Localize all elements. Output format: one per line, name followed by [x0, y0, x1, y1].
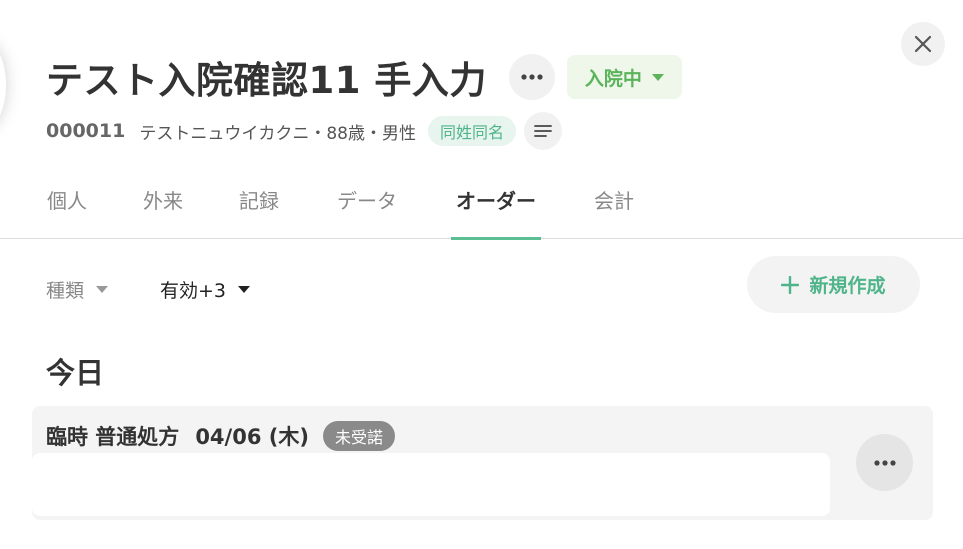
more-horizontal-icon: [521, 74, 543, 80]
more-horizontal-icon: [873, 459, 896, 466]
admission-status-label: 入院中: [584, 67, 642, 90]
tab-personal[interactable]: 個人: [44, 175, 90, 239]
admission-status-dropdown[interactable]: 入院中: [566, 55, 682, 99]
order-date: 04/06 (木): [195, 425, 309, 449]
tab-bar: 個人 外来 記録 データ オーダー 会計: [0, 175, 963, 240]
tab-data[interactable]: データ: [333, 175, 401, 239]
patient-info: テストニュウイカクニ・88歳・男性: [139, 123, 416, 144]
caret-down-icon: [96, 285, 109, 293]
tab-records[interactable]: 記録: [236, 175, 282, 239]
caret-down-icon: [238, 285, 251, 293]
kind-filter-label: 種類: [46, 279, 85, 302]
section-heading-today: 今日: [46, 356, 105, 390]
validity-filter-label: 有効+3: [160, 279, 227, 302]
patient-info-row: 000011 テストニュウイカクニ・88歳・男性 同姓同名: [46, 112, 562, 150]
patient-detail-button[interactable]: [523, 112, 562, 150]
order-status-badge: 未受諾: [322, 421, 395, 451]
validity-filter-dropdown[interactable]: 有効+3: [160, 272, 251, 306]
side-panel-edge: [0, 40, 6, 130]
list-icon: [534, 125, 552, 137]
header-row: テスト入院確認11 手入力 入院中: [46, 52, 682, 102]
order-header: 臨時 普通処方 04/06 (木) 未受諾: [46, 420, 395, 452]
order-body[interactable]: [32, 453, 830, 516]
header-more-button[interactable]: [508, 54, 555, 100]
order-title: 臨時 普通処方: [46, 425, 180, 449]
page-title: テスト入院確認11 手入力: [46, 59, 487, 102]
close-icon: [914, 35, 932, 53]
patient-id: 000011: [46, 120, 126, 142]
kind-filter-dropdown[interactable]: 種類: [46, 272, 109, 306]
tab-billing[interactable]: 会計: [591, 175, 637, 239]
caret-down-icon: [651, 73, 664, 81]
new-order-button[interactable]: 新規作成: [747, 256, 920, 313]
close-button[interactable]: [901, 22, 945, 66]
same-name-badge[interactable]: 同姓同名: [427, 116, 516, 146]
new-order-label: 新規作成: [809, 275, 886, 297]
order-card[interactable]: 臨時 普通処方 04/06 (木) 未受諾: [32, 406, 933, 520]
tab-orders[interactable]: オーダー: [451, 175, 541, 240]
tab-outpatient[interactable]: 外来: [140, 175, 186, 239]
order-more-button[interactable]: [856, 434, 913, 491]
plus-icon: [781, 275, 800, 294]
